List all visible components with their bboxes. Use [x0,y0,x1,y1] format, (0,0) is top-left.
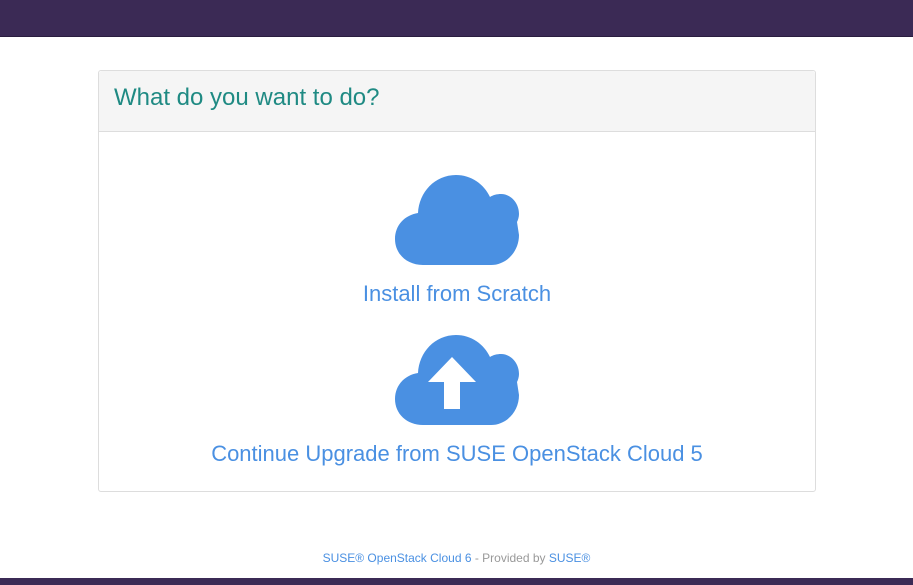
panel-heading: What do you want to do? [99,71,815,132]
install-from-scratch-label: Install from Scratch [362,281,552,306]
vendor-link[interactable]: SUSE® [549,551,591,565]
bottom-bar [0,578,913,585]
top-navbar [0,0,913,37]
panel-title: What do you want to do? [114,84,380,111]
product-link[interactable]: SUSE® OpenStack Cloud 6 [323,551,472,565]
footer: SUSE® OpenStack Cloud 6 - Provided by SU… [0,551,913,565]
cloud-icon [395,175,519,265]
install-from-scratch-button[interactable]: Install from Scratch [99,175,815,307]
continue-upgrade-label: Continue Upgrade from SUSE OpenStack Clo… [211,441,703,466]
continue-upgrade-button[interactable]: Continue Upgrade from SUSE OpenStack Clo… [99,335,815,467]
cloud-upload-icon [395,335,519,425]
provided-by-text: - Provided by [471,551,549,565]
choice-panel: What do you want to do? Install from Scr… [98,70,816,492]
